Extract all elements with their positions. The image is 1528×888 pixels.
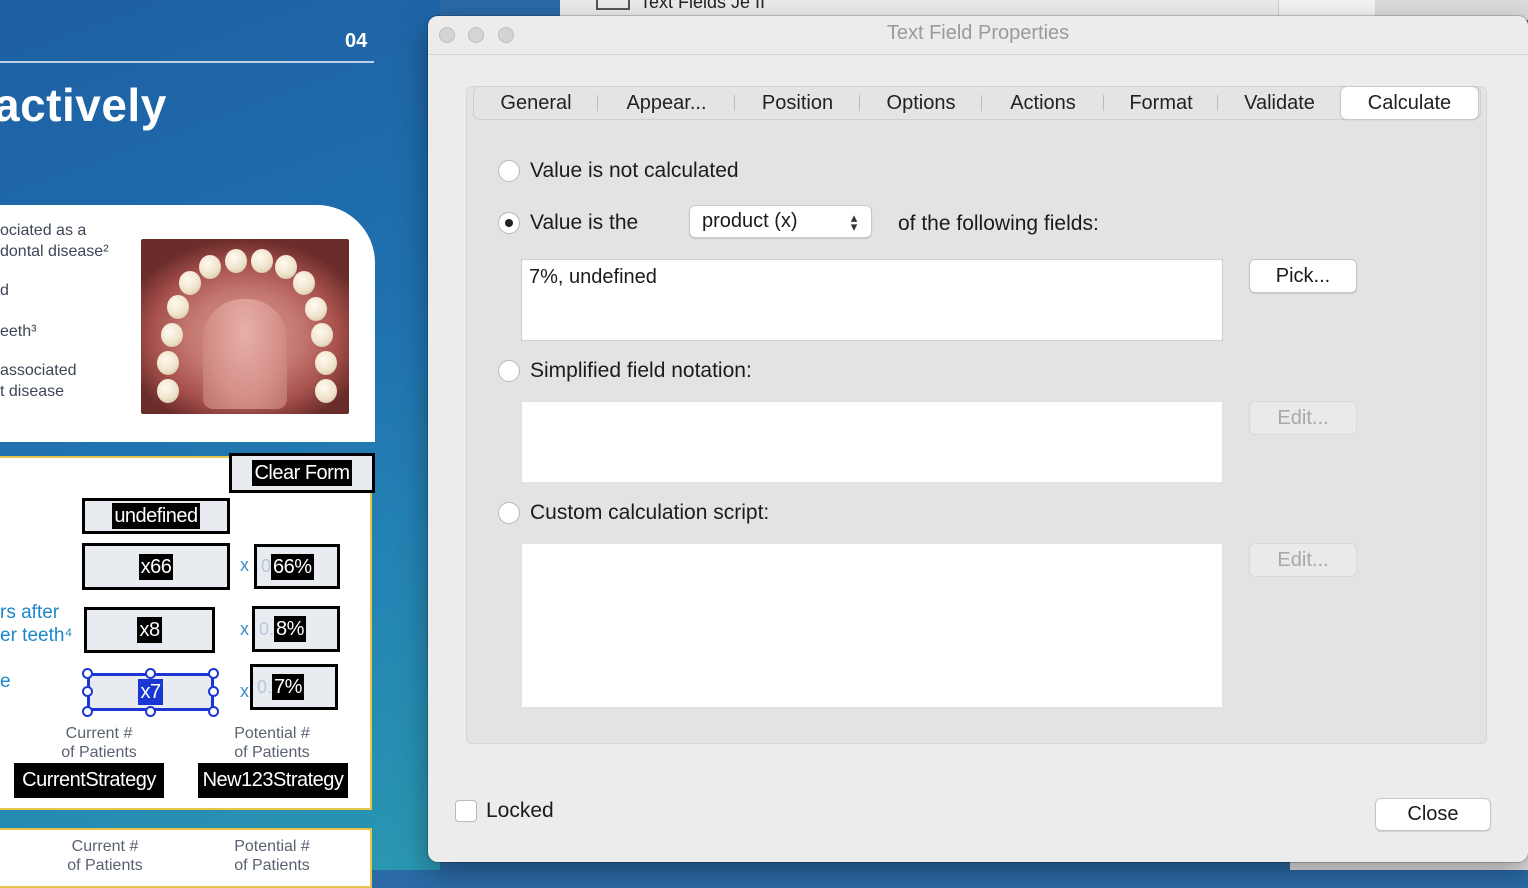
resize-handle[interactable]: [208, 706, 219, 717]
caption-line: of Patients: [234, 744, 310, 761]
caption-line: of Patients: [234, 857, 310, 874]
clear-form-button[interactable]: Clear Form: [229, 453, 375, 493]
resize-handle[interactable]: [208, 668, 219, 679]
resize-handle[interactable]: [82, 668, 93, 679]
radio-selected-dot: [505, 219, 513, 227]
percent-field-3-ghost: 0.: [257, 676, 273, 697]
card-text-line: associated: [0, 362, 77, 379]
tab-general[interactable]: General: [474, 87, 598, 119]
behind-window-title: Text Fields Je II: [640, 0, 766, 12]
simplified-notation-radio[interactable]: [498, 360, 520, 382]
card-text-line: ociated as a: [0, 222, 87, 239]
pick-button[interactable]: Pick...: [1249, 259, 1357, 293]
row-label: rs after: [0, 602, 60, 623]
multiply-label: x: [240, 555, 249, 575]
following-fields-label: of the following fields:: [898, 212, 1099, 235]
tab-appearance[interactable]: Appear...: [598, 87, 735, 119]
current-strategy-field[interactable]: CurrentStrategy: [14, 763, 164, 798]
edit-simplified-button[interactable]: Edit...: [1249, 401, 1357, 435]
tab-options[interactable]: Options: [860, 87, 982, 119]
current-patients-caption-2: Current # of Patients: [46, 837, 164, 875]
undefined-field[interactable]: undefined: [82, 498, 230, 534]
caption-line: Potential #: [234, 725, 310, 742]
card-text-line: d: [0, 282, 9, 299]
percent-field-2[interactable]: 0. 8%: [252, 606, 340, 652]
current-field-2-value: x8: [137, 617, 162, 643]
not-calculated-radio[interactable]: [498, 160, 520, 182]
fields-list-textbox[interactable]: 7%, undefined: [521, 259, 1223, 341]
tab-format[interactable]: Format: [1104, 87, 1218, 119]
custom-script-radio[interactable]: [498, 502, 520, 524]
tab-calculate[interactable]: Calculate: [1341, 87, 1478, 119]
percent-field-3[interactable]: 0. 7%: [250, 664, 338, 710]
tab-position[interactable]: Position: [735, 87, 860, 119]
edit-custom-script-button[interactable]: Edit...: [1249, 543, 1357, 577]
document-icon: [596, 0, 630, 10]
custom-script-textbox[interactable]: [521, 543, 1223, 708]
caption-line: of Patients: [67, 857, 143, 874]
updown-chevron-icon: ▴ ▾: [850, 209, 858, 234]
resize-handle[interactable]: [208, 686, 219, 697]
locked-checkbox[interactable]: [455, 800, 477, 822]
percent-field-1-ghost: 0: [261, 556, 272, 576]
clear-form-label: Clear Form: [252, 460, 352, 486]
tab-bar: General Appear... Position Options Actio…: [473, 86, 1481, 120]
resize-handle[interactable]: [145, 706, 156, 717]
simplified-notation-textbox[interactable]: [521, 401, 1223, 483]
percent-field-1-value: 66%: [271, 553, 314, 580]
percent-field-1[interactable]: 0 66%: [254, 544, 340, 589]
percent-field-2-ghost: 0.: [259, 618, 275, 639]
multiply-label: x: [240, 619, 249, 639]
not-calculated-label[interactable]: Value is not calculated: [530, 159, 739, 183]
new-strategy-field[interactable]: New123Strategy: [198, 763, 348, 798]
resize-handle[interactable]: [82, 686, 93, 697]
value-is-the-radio[interactable]: [498, 212, 520, 234]
locked-label[interactable]: Locked: [486, 799, 554, 823]
custom-script-label[interactable]: Custom calculation script:: [530, 501, 769, 525]
operation-select-value: product (x): [702, 210, 798, 232]
card-text-line: t disease: [0, 383, 65, 400]
caption-line: of Patients: [61, 744, 137, 761]
operation-select[interactable]: product (x) ▴ ▾: [689, 205, 872, 238]
caption-line: Current #: [65, 725, 133, 742]
potential-patients-caption-2: Potential # of Patients: [212, 837, 332, 875]
current-field-2[interactable]: x8: [84, 607, 215, 653]
close-button[interactable]: Close: [1375, 798, 1491, 831]
potential-patients-caption: Potential # of Patients: [212, 724, 332, 762]
document-headline: actively: [0, 79, 167, 131]
card-text-line: dontal disease²: [0, 243, 109, 260]
tab-actions[interactable]: Actions: [982, 87, 1104, 119]
current-field-1[interactable]: x66: [82, 543, 230, 590]
row-label: er teeth⁴: [0, 625, 73, 646]
percent-field-2-value: 8%: [274, 616, 306, 642]
value-is-the-label[interactable]: Value is the: [530, 211, 638, 235]
simplified-notation-label[interactable]: Simplified field notation:: [530, 359, 752, 383]
row-label: e: [0, 671, 11, 692]
undefined-field-value: undefined: [112, 503, 200, 529]
resize-handle[interactable]: [145, 668, 156, 679]
tab-validate[interactable]: Validate: [1218, 87, 1341, 119]
card-text-line: eeth³: [0, 323, 37, 340]
percent-field-3-value: 7%: [272, 674, 304, 700]
text-field-properties-dialog: Text Field Properties General Appear... …: [428, 16, 1528, 862]
dental-photo: [141, 239, 349, 414]
current-field-1-value: x66: [138, 553, 174, 580]
multiply-label: x: [240, 681, 249, 701]
page-number: 04: [345, 30, 368, 52]
current-patients-caption: Current # of Patients: [40, 724, 158, 762]
page-rule: [0, 61, 374, 63]
dialog-title: Text Field Properties: [886, 22, 1070, 44]
resize-handle[interactable]: [82, 706, 93, 717]
caption-line: Current #: [71, 838, 139, 855]
caption-line: Potential #: [234, 838, 310, 855]
current-field-3-value: x7: [138, 679, 163, 705]
